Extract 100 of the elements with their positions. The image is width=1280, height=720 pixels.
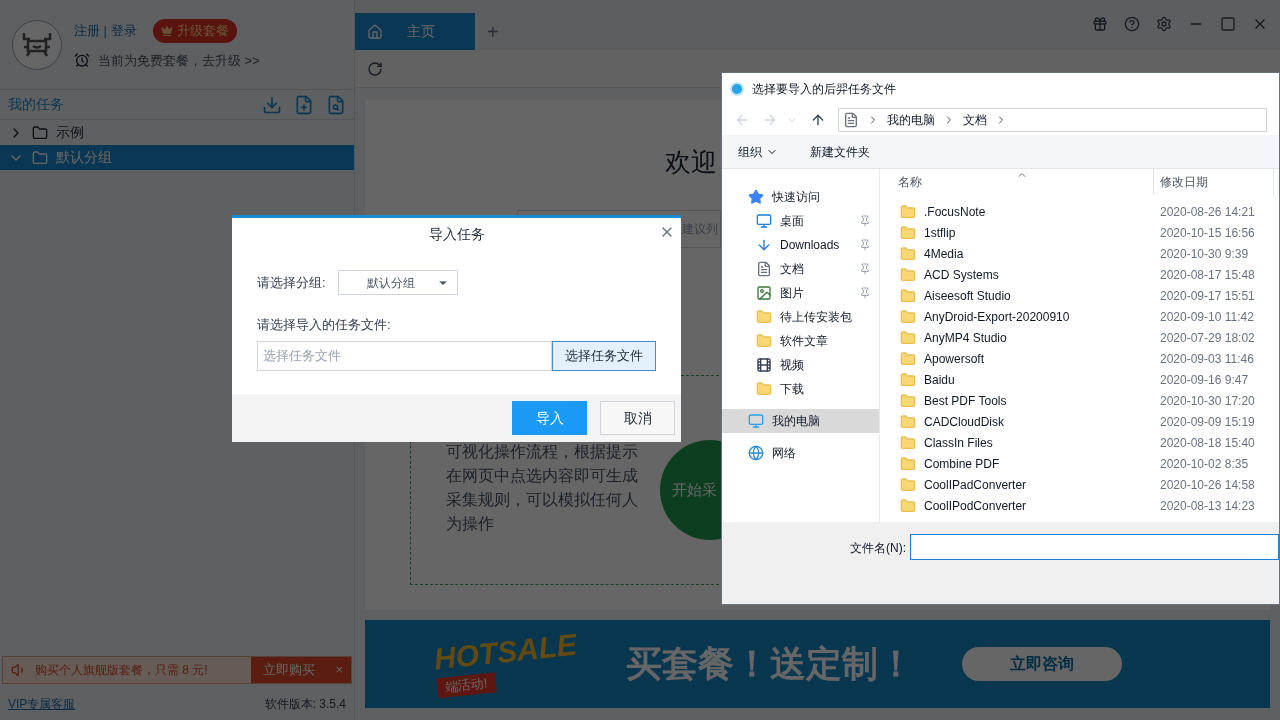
version-text: 软件版本: 3.5.4: [264, 696, 346, 713]
pin-icon: [859, 215, 871, 227]
card-description: 可视化操作流程，根据提示在网页中点选内容即可生成采集规则，可以模拟任何人为操作: [446, 442, 639, 534]
network-icon: [748, 445, 764, 461]
maximize-icon[interactable]: [1220, 16, 1236, 32]
file-date: 2020-09-09 15:19: [1159, 413, 1255, 431]
folder-icon: [900, 413, 916, 430]
nav-label: 我的电脑: [772, 413, 821, 430]
breadcrumb[interactable]: 我的电脑: [887, 111, 935, 129]
pin-icon: [859, 239, 871, 251]
refresh-icon[interactable]: [367, 60, 383, 77]
new-folder-button[interactable]: 新建文件夹: [810, 142, 870, 161]
up-icon[interactable]: [810, 112, 826, 128]
tree-label: 示例: [56, 123, 84, 142]
computer-icon: [748, 413, 764, 429]
dialog-title: 选择要导入的后羿任务文件: [752, 81, 896, 98]
file-name[interactable]: ClassIn Files: [924, 433, 993, 452]
group-label: 请选择分组:: [257, 273, 326, 292]
nav-item[interactable]: 文档: [722, 257, 879, 281]
nav-item[interactable]: 图片: [722, 281, 879, 305]
nav-item[interactable]: 视频: [722, 353, 879, 377]
nav-item[interactable]: 待上传安装包: [722, 305, 879, 329]
folder-icon: [900, 497, 916, 514]
nav-item[interactable]: 下载: [722, 377, 879, 401]
folder-icon: [32, 124, 48, 141]
back-icon[interactable]: [734, 112, 750, 128]
file-name[interactable]: Aiseesoft Studio: [924, 286, 1011, 305]
file-name[interactable]: ACD Systems: [924, 265, 999, 284]
cancel-button[interactable]: 取消: [600, 401, 675, 435]
search-file-icon[interactable]: [326, 94, 346, 115]
folder-icon: [900, 266, 916, 283]
gift-icon[interactable]: [1092, 16, 1108, 32]
filename-input[interactable]: [910, 534, 1279, 560]
folder-icon: [900, 245, 916, 262]
settings-icon[interactable]: [1156, 16, 1172, 32]
nav-item[interactable]: 桌面: [722, 209, 879, 233]
file-input[interactable]: 选择任务文件: [257, 340, 553, 371]
download-icon: [756, 237, 772, 253]
folder-icon: [900, 308, 916, 325]
column-header[interactable]: 名称: [880, 169, 1154, 195]
file-date: 2020-08-18 15:40: [1159, 434, 1255, 452]
nav-item[interactable]: Downloads: [722, 233, 879, 257]
add-file-icon[interactable]: [294, 94, 314, 115]
file-date: 2020-09-17 15:51: [1159, 287, 1255, 305]
file-date: 2020-10-02 8:35: [1159, 455, 1249, 473]
file-label: 请选择导入的任务文件:: [257, 316, 392, 334]
file-name[interactable]: Apowersoft: [924, 349, 985, 368]
folder-icon: [900, 287, 916, 304]
group-select[interactable]: 默认分组: [337, 270, 458, 295]
document-icon: [756, 261, 772, 277]
file-name[interactable]: CoolIPadConverter: [924, 475, 1027, 494]
folder-icon: [900, 329, 916, 346]
import-icon[interactable]: [262, 94, 282, 115]
file-name[interactable]: CADCloudDisk: [924, 412, 1005, 431]
banner-logo: HOTSALE: [432, 629, 579, 675]
tree-label: 默认分组: [56, 148, 112, 167]
nav-label: 快速访问: [772, 189, 821, 206]
breadcrumb[interactable]: 文档: [963, 111, 987, 129]
crab-icon: [20, 30, 54, 59]
folder-icon: [900, 224, 916, 241]
folder-icon: [32, 149, 48, 166]
image-icon: [756, 285, 772, 301]
document-icon: [843, 112, 859, 128]
file-name[interactable]: Best PDF Tools: [924, 391, 1007, 410]
nav-item[interactable]: 我的电脑: [722, 409, 879, 433]
folder-icon: [756, 309, 772, 325]
folder-icon: [900, 203, 916, 220]
nav-label: 桌面: [780, 213, 805, 230]
star-icon: [748, 189, 764, 205]
file-date: 2020-10-15 16:56: [1159, 224, 1255, 242]
nav-item[interactable]: 软件文章: [722, 329, 879, 353]
file-name[interactable]: CoolIPodConverter: [924, 496, 1027, 515]
file-date: 2020-10-30 17:20: [1159, 392, 1255, 410]
forward-icon[interactable]: [762, 112, 778, 128]
browse-button[interactable]: 选择任务文件: [552, 340, 656, 371]
file-name[interactable]: Combine PDF: [924, 454, 1000, 473]
column-header[interactable]: 修改日期: [1154, 169, 1274, 195]
file-name[interactable]: Baidu: [924, 370, 955, 389]
nav-label: 待上传安装包: [780, 309, 853, 326]
film-icon: [756, 357, 772, 373]
file-name[interactable]: AnyDroid-Export-20200910: [924, 307, 1070, 326]
welcome-title: 欢迎: [665, 146, 717, 179]
file-date: 2020-10-26 14:58: [1159, 476, 1255, 494]
file-name[interactable]: 4Media: [924, 244, 964, 263]
file-name[interactable]: 1stflip: [924, 223, 956, 242]
pin-icon: [859, 287, 871, 299]
file-date: 2020-09-16 9:47: [1159, 371, 1249, 389]
monitor-icon: [756, 213, 772, 229]
nav-item[interactable]: 快速访问: [722, 185, 879, 209]
organize-menu[interactable]: 组织: [738, 142, 778, 161]
help-icon[interactable]: [1124, 16, 1140, 32]
folder-icon: [900, 434, 916, 451]
file-name[interactable]: .FocusNote: [924, 202, 986, 221]
address-bar[interactable]: 我的电脑 文档: [838, 108, 1267, 132]
avatar[interactable]: [12, 19, 62, 70]
nav-label: 网络: [772, 445, 797, 462]
folder-icon: [900, 371, 916, 388]
nav-label: 图片: [780, 285, 805, 302]
app-icon: [730, 82, 744, 96]
file-name[interactable]: AnyMP4 Studio: [924, 328, 1007, 347]
